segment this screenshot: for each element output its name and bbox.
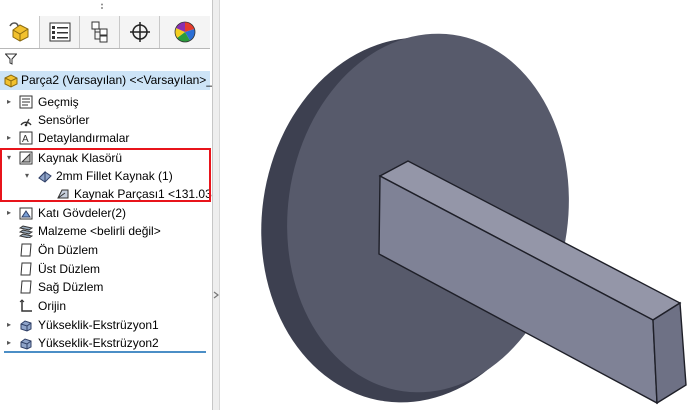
expand-arrow-icon[interactable]: ▸ xyxy=(4,129,14,147)
property-manager-tab[interactable] xyxy=(40,16,80,48)
tree-item-label: Sensörler xyxy=(38,113,90,127)
tree-item-label: Yükseklik-Ekstrüzyon2 xyxy=(38,336,159,350)
tree-item-annotations[interactable]: ▸ A Detaylandırmalar xyxy=(0,129,210,147)
panel-splitter[interactable] xyxy=(212,0,220,410)
drag-handle-icon[interactable] xyxy=(98,3,106,11)
tree-item-history[interactable]: ▸ Geçmiş xyxy=(0,93,210,111)
extrude-icon xyxy=(19,318,33,332)
crosshair-icon xyxy=(129,22,150,42)
tree-item-top-plane[interactable]: Üst Düzlem xyxy=(0,260,210,278)
tree-item-label: Katı Gövdeler(2) xyxy=(38,206,127,220)
tree-item-right-plane[interactable]: Sağ Düzlem xyxy=(0,278,210,296)
expand-arrow-icon[interactable]: ▸ xyxy=(4,204,14,222)
manager-tabs xyxy=(0,16,210,49)
tree-item-label: Orijin xyxy=(38,299,67,313)
tree-item-sensors[interactable]: Sensörler xyxy=(0,111,210,129)
tree-item-label: Detaylandırmalar xyxy=(38,131,130,145)
tree-item-label: Geçmiş xyxy=(38,95,79,109)
extrude-icon xyxy=(19,336,33,350)
tree-item-label: Ön Düzlem xyxy=(38,243,99,257)
dimxpert-tab[interactable] xyxy=(120,16,160,48)
feature-manager-panel: Parça2 (Varsayılan) <<Varsayılan>_G ▸ Ge… xyxy=(0,0,222,410)
tree-item-label: Yükseklik-Ekstrüzyon1 xyxy=(38,318,159,332)
selection-highlight-box xyxy=(0,148,211,202)
plane-icon xyxy=(19,262,33,276)
configuration-manager-tab[interactable] xyxy=(80,16,120,48)
feature-manager-tab[interactable] xyxy=(0,16,40,48)
tree-root-part[interactable]: Parça2 (Varsayılan) <<Varsayılan>_G xyxy=(0,71,222,91)
property-manager-icon xyxy=(49,22,70,42)
display-manager-tab[interactable] xyxy=(160,16,210,48)
tree-root-label: Parça2 (Varsayılan) <<Varsayılan>_G xyxy=(21,73,223,87)
sensor-icon xyxy=(19,113,33,127)
boss-end-face[interactable] xyxy=(652,301,687,405)
tree-item-extrude1[interactable]: ▸ Yükseklik-Ekstrüzyon1 xyxy=(0,316,210,334)
3d-model[interactable] xyxy=(220,0,698,410)
origin-icon xyxy=(19,299,33,313)
rollback-bar[interactable] xyxy=(4,351,206,353)
tree-item-front-plane[interactable]: Ön Düzlem xyxy=(0,241,210,259)
tree-item-label: Sağ Düzlem xyxy=(38,280,104,294)
tree-item-material[interactable]: Malzeme <belirli değil> xyxy=(0,222,210,240)
configuration-manager-icon xyxy=(91,21,107,43)
tree-item-label: Malzeme <belirli değil> xyxy=(38,224,161,238)
tree-item-extrude2[interactable]: ▸ Yükseklik-Ekstrüzyon2 xyxy=(0,334,210,352)
svg-text:A: A xyxy=(22,134,29,145)
expand-arrow-icon[interactable]: ▸ xyxy=(4,93,14,111)
feature-manager-icon xyxy=(8,22,28,42)
tree-item-origin[interactable]: Orijin xyxy=(0,297,210,315)
history-icon xyxy=(19,95,33,109)
tree-item-solid-bodies[interactable]: ▸ Katı Gövdeler(2) xyxy=(0,204,210,222)
filter-icon[interactable] xyxy=(4,53,18,68)
tree-item-label: Üst Düzlem xyxy=(38,262,101,276)
part-icon xyxy=(3,73,19,91)
color-wheel-icon xyxy=(174,21,196,43)
solid-bodies-icon xyxy=(19,206,33,220)
plane-icon xyxy=(19,243,33,257)
filter-bar xyxy=(0,49,210,69)
graphics-viewport[interactable] xyxy=(220,0,698,410)
material-icon xyxy=(18,224,34,239)
plane-icon xyxy=(19,280,33,294)
annotations-icon: A xyxy=(19,131,33,145)
expand-arrow-icon[interactable]: ▸ xyxy=(4,316,14,334)
expand-arrow-icon[interactable]: ▸ xyxy=(4,334,14,352)
collapse-panel-icon[interactable] xyxy=(212,289,220,301)
